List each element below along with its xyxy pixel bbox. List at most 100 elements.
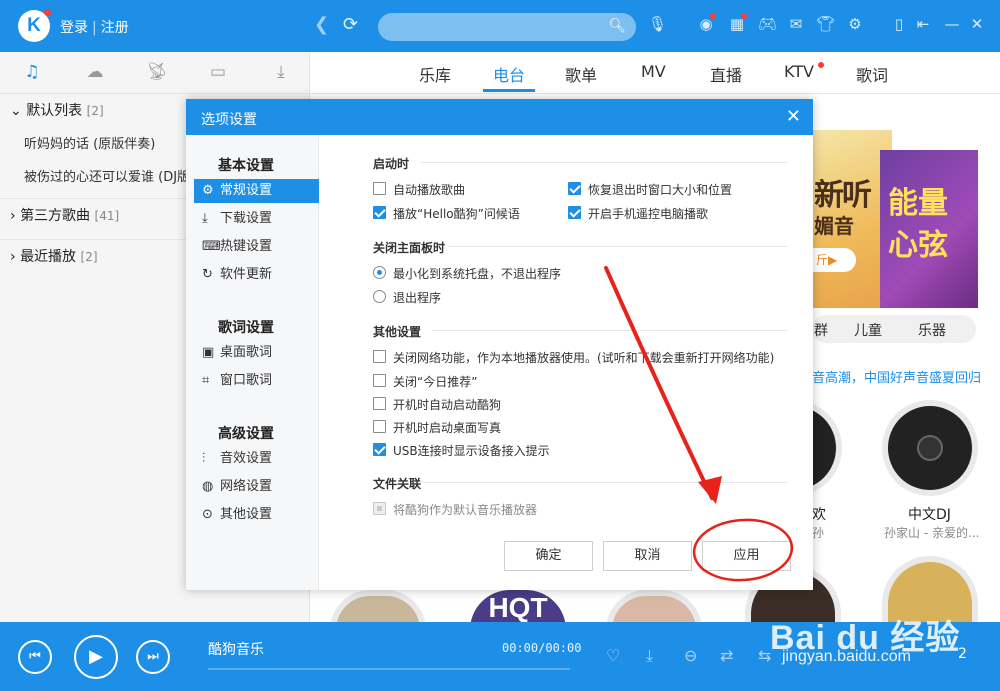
mail-icon[interactable]: ✉	[787, 15, 805, 33]
close-icon[interactable]: ✕	[786, 106, 801, 127]
radio-signal-icon[interactable]: 📡︎	[145, 62, 169, 82]
nav-item-desktop-lyrics[interactable]: ▣ 桌面歌词	[194, 341, 319, 365]
back-arrow-icon[interactable]: ❮	[314, 14, 329, 35]
option-label: 开启手机遥控电脑播歌	[588, 207, 709, 221]
main-tabs: 乐库 电台 歌单 MV 直播 KTV 歌词	[311, 52, 1000, 94]
section-file-assoc-title: 文件关联	[373, 477, 422, 491]
nav-item-label: 常规设置	[220, 183, 273, 198]
checkbox-usb-prompt[interactable]	[373, 443, 386, 456]
banner-play-pill[interactable]: 斤▶	[810, 248, 856, 272]
previous-track-icon[interactable]: ⏮	[18, 640, 52, 674]
category-item[interactable]: 乐器	[918, 320, 946, 340]
play-icon[interactable]: ▶	[74, 635, 118, 679]
tab-radio[interactable]: 电台	[493, 62, 525, 86]
nav-item-other[interactable]: ⊙ 其他设置	[194, 503, 319, 527]
repeat-icon[interactable]: ⇄	[720, 646, 733, 665]
radio-disc[interactable]	[882, 400, 978, 496]
tab-mv[interactable]: MV	[641, 62, 666, 81]
settings-gear-icon[interactable]: ⚙	[846, 15, 864, 33]
cloud-icon[interactable]: ☁	[83, 62, 107, 82]
checkbox-hello-greeting[interactable]	[373, 206, 386, 219]
checkbox-disable-daily[interactable]	[373, 374, 386, 387]
close-window-icon[interactable]: ✕	[968, 15, 986, 33]
collapse-chevron-icon: ›	[10, 208, 16, 224]
mini-mode-icon[interactable]: ▯	[890, 15, 908, 33]
download-icon: ⤓	[202, 211, 208, 226]
tab-playlists[interactable]: 歌单	[565, 62, 597, 86]
radio-minimize-to-tray[interactable]	[373, 266, 386, 279]
category-item[interactable]: 儿童	[854, 320, 882, 340]
microphone-icon[interactable]: 🎙︎	[648, 15, 667, 33]
section-other-title: 其他设置	[373, 325, 422, 339]
music-note-icon[interactable]: ♫	[20, 62, 44, 82]
tab-live[interactable]: 直播	[710, 62, 742, 86]
keyboard-icon: ⌨	[202, 239, 221, 254]
refresh-icon[interactable]: ⟳	[343, 14, 358, 35]
banner-promo-2[interactable]: 能量 心弦	[880, 150, 978, 308]
checkbox-autoplay[interactable]	[373, 182, 386, 195]
option-label: 最小化到系统托盘，不退出程序	[393, 267, 562, 281]
ok-button[interactable]: 确定	[504, 541, 593, 571]
download-icon[interactable]: ⤓	[646, 646, 653, 666]
search-icon[interactable]: 🔍︎	[608, 18, 626, 34]
next-track-icon[interactable]: ⏭	[136, 640, 170, 674]
nav-item-network[interactable]: ◍ 网络设置	[194, 475, 319, 499]
apply-button[interactable]: 应用	[702, 541, 791, 571]
section-startup-title: 启动时	[373, 157, 410, 171]
tab-ktv[interactable]: KTV	[784, 62, 814, 81]
radio-card-title[interactable]: 欢	[812, 504, 826, 524]
checkbox-desktop-photo[interactable]	[373, 420, 386, 433]
promo-link[interactable]: 音高潮，中国好声音盛夏回归	[812, 367, 981, 386]
section-divider	[432, 330, 787, 331]
radio-card-subtitle: 孙家山 - 亲爱的...	[884, 526, 980, 540]
nav-item-general[interactable]: ⚙ 常规设置	[194, 179, 319, 203]
gamepad-icon[interactable]: 🎮︎	[758, 15, 777, 33]
radar-badge-dot	[710, 13, 716, 19]
nav-item-hotkeys[interactable]: ⌨ 热键设置	[194, 235, 319, 259]
checkbox-autostart[interactable]	[373, 397, 386, 410]
nav-item-window-lyrics[interactable]: ⌗ 窗口歌词	[194, 369, 319, 393]
nav-item-download[interactable]: ⤓ 下载设置	[194, 207, 319, 231]
tab-library[interactable]: 乐库	[419, 62, 451, 86]
nav-item-label: 其他设置	[220, 507, 273, 522]
checkbox-phone-remote[interactable]	[568, 206, 581, 219]
heart-icon[interactable]: ♡	[606, 646, 620, 665]
register-link[interactable]: 注册	[101, 20, 129, 36]
equalizer-icon: ⫶	[202, 451, 206, 466]
minimize-icon[interactable]: —	[943, 15, 961, 33]
radio-card-title[interactable]: 中文DJ	[908, 504, 951, 524]
section-close-title: 关闭主面板时	[373, 241, 446, 255]
checkbox-restore-window[interactable]	[568, 182, 581, 195]
device-icon[interactable]: ▭	[206, 62, 230, 82]
radio-exit-program[interactable]	[373, 290, 386, 303]
progress-bar[interactable]	[208, 668, 570, 670]
playback-time: 00:00/00:00	[502, 641, 582, 655]
tab-lyrics[interactable]: 歌词	[856, 62, 888, 86]
nav-item-label: 下载设置	[220, 211, 273, 226]
nav-item-label: 音效设置	[220, 451, 273, 466]
option-label: USB连接时显示设备接入提示	[393, 444, 550, 458]
nav-item-update[interactable]: ↻ 软件更新	[194, 263, 319, 287]
option-label: 将酷狗作为默认音乐播放器	[393, 503, 538, 517]
cancel-button[interactable]: 取消	[603, 541, 692, 571]
skin-shirt-icon[interactable]: 👕︎	[816, 15, 835, 33]
option-label: 开机时启动桌面写真	[393, 421, 502, 435]
nav-item-label: 热键设置	[220, 239, 273, 254]
banner-text: 能量	[888, 186, 948, 221]
search-input[interactable]	[378, 13, 598, 41]
more-icon: ⊙	[202, 507, 213, 522]
ktv-badge-dot	[818, 62, 824, 68]
checkbox-offline-mode[interactable]	[373, 350, 386, 363]
checkbox-default-player[interactable]	[373, 502, 386, 515]
collapse-icon[interactable]: ⇤	[914, 15, 932, 33]
nav-item-audio[interactable]: ⫶ 音效设置	[194, 447, 319, 471]
category-item[interactable]: 群	[814, 320, 828, 340]
minus-circle-icon[interactable]: ⊖	[684, 646, 697, 665]
window-lyrics-icon: ⌗	[202, 373, 210, 388]
option-label: 播放“Hello酷狗”问候语	[393, 207, 520, 221]
login-link[interactable]: 登录	[60, 20, 88, 36]
download-tab-icon[interactable]: ⤓	[269, 62, 293, 82]
gear-icon: ⚙	[202, 183, 214, 198]
dialog-title: 选项设置	[201, 112, 257, 128]
desktop-lyrics-icon: ▣	[202, 345, 215, 360]
